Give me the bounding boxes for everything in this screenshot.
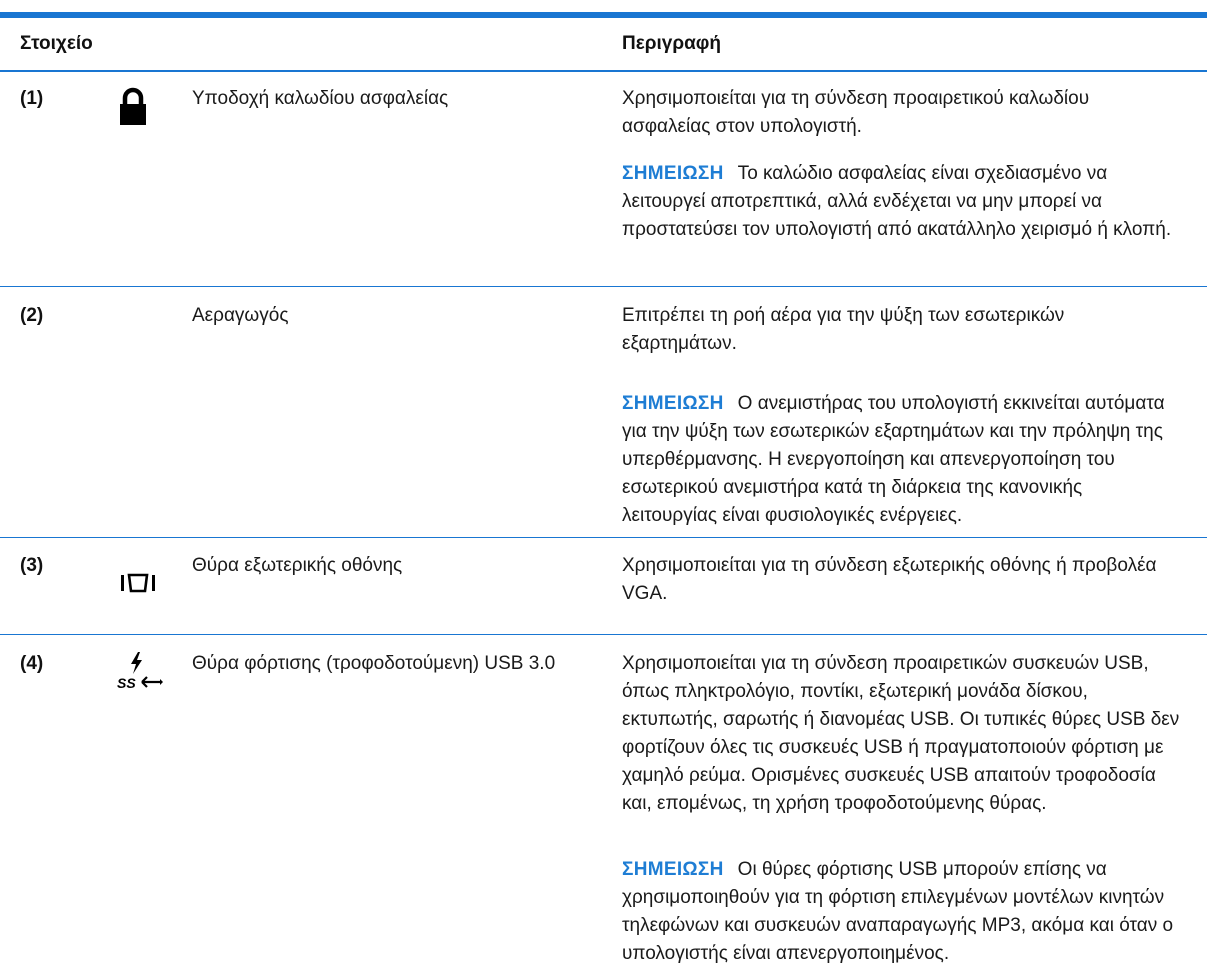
column-header-item: Στοιχείο <box>20 33 93 54</box>
table-top-border <box>0 12 1207 18</box>
row-description: Χρησιμοποιείται για τη σύνδεση προαιρετι… <box>622 653 1180 814</box>
row-note: ΣΗΜΕΙΩΣΗ Ο ανεμιστήρας του υπολογιστή εκκ… <box>622 390 1182 530</box>
row-number: (4) <box>20 653 44 674</box>
row-number: (3) <box>20 555 44 576</box>
row-description: Χρησιμοποιείται για τη σύνδεση εξωτερική… <box>622 555 1157 604</box>
row-note: ΣΗΜΕΙΩΣΗ Οι θύρες φόρτισης USB μπορούν επ… <box>622 856 1182 968</box>
row-label: Υποδοχή καλωδίου ασφαλείας <box>192 88 449 109</box>
note-label: ΣΗΜΕΙΩΣΗ <box>622 393 724 414</box>
row-label: Θύρα φόρτισης (τροφοδοτούμενη) USB 3.0 <box>192 653 556 674</box>
row-number: (1) <box>20 88 44 109</box>
row-description: Χρησιμοποιείται για τη σύνδεση προαιρετι… <box>622 88 1090 137</box>
row-divider <box>0 634 1207 635</box>
note-label: ΣΗΜΕΙΩΣΗ <box>622 859 724 880</box>
row-note: ΣΗΜΕΙΩΣΗ Το καλώδιο ασφαλείας είναι σχεδι… <box>622 160 1182 244</box>
padlock-icon <box>118 86 148 131</box>
row-divider <box>0 286 1207 287</box>
column-header-description: Περιγραφή <box>622 33 721 54</box>
row-divider <box>0 537 1207 538</box>
row-number: (2) <box>20 305 44 326</box>
row-label: Αεραγωγός <box>192 305 289 326</box>
usb3-charging-port-icon: SS <box>116 650 164 697</box>
row-description: Επιτρέπει τη ροή αέρα για την ψύξη των ε… <box>622 305 1065 354</box>
note-label: ΣΗΜΕΙΩΣΗ <box>622 163 724 184</box>
usb-ss-label: SS <box>117 675 136 691</box>
external-monitor-port-icon <box>121 572 155 599</box>
row-label: Θύρα εξωτερικής οθόνης <box>192 555 403 576</box>
header-divider <box>0 70 1207 72</box>
